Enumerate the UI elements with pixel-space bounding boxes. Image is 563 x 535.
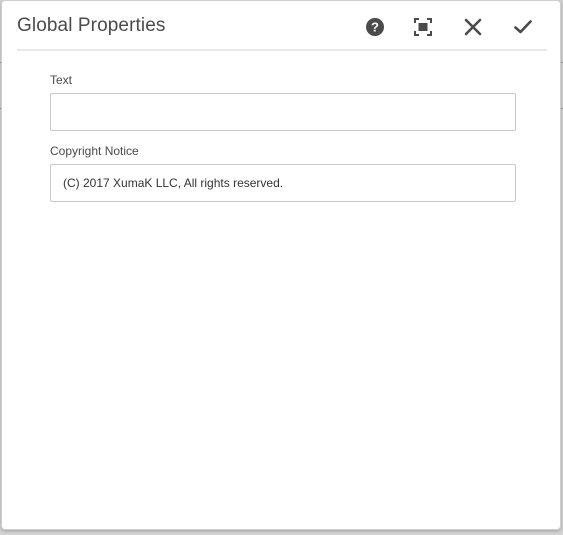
- header-divider: [17, 49, 547, 51]
- text-field-label: Text: [50, 73, 73, 87]
- done-button[interactable]: [509, 13, 537, 41]
- dialog-header: Global Properties ?: [2, 1, 560, 51]
- help-icon: ?: [366, 18, 384, 36]
- check-icon: [514, 20, 532, 34]
- close-icon: [464, 18, 482, 36]
- svg-text:?: ?: [371, 20, 379, 35]
- copyright-notice-input[interactable]: [50, 164, 516, 202]
- dialog-title: Global Properties: [17, 15, 166, 36]
- text-field-input[interactable]: [50, 93, 516, 131]
- global-properties-dialog: Global Properties ? Text Copyright Notic…: [1, 0, 561, 530]
- fullscreen-button[interactable]: [409, 13, 437, 41]
- close-button[interactable]: [459, 13, 487, 41]
- copyright-field-label: Copyright Notice: [50, 144, 139, 158]
- fullscreen-icon: [414, 18, 432, 36]
- help-button[interactable]: ?: [361, 13, 389, 41]
